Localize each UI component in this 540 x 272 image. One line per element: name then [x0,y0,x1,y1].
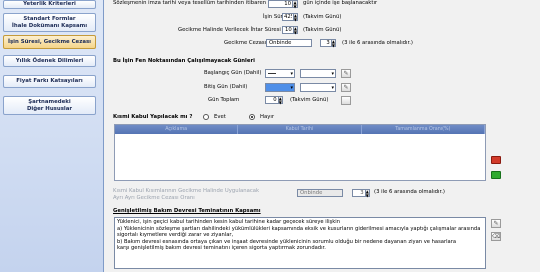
column-header[interactable]: Tamamlanma Oranı(%) [362,125,485,134]
baslangic-input[interactable] [268,0,293,8]
gecikme-stepper[interactable]: ▲▼ [282,26,298,34]
ceza-dropdown[interactable]: Onbinde [266,39,312,47]
fen-baslangic-label: Başlangıç Gün (Dahil) [204,70,262,76]
baslangic-text: Sözleşmenin imza tarihi veya tesellüm ta… [113,0,267,6]
kismi-evet-radio[interactable] [203,114,209,120]
fen-toplam-input[interactable] [265,96,279,104]
bakim-title: Genişletilmiş Bakım Devresi Teminatının … [113,208,261,214]
spin-arrows-icon[interactable]: ▲ ▼ [278,96,283,104]
ceza-dropdown-value: Onbinde [269,40,292,46]
kismi-disabled-line1: Kısmi Kabul Kısımlarının Gecikme Halinde… [113,188,260,194]
eraser-icon[interactable]: ✎ [341,69,351,78]
spin-arrows-icon[interactable]: ▲ ▼ [292,0,298,8]
calendar-icon[interactable] [341,96,351,105]
sidebar-item-label: İşin Süresi, Gecikme Cezası [7,38,92,45]
gecikme-input[interactable] [282,26,294,34]
chevron-down-icon: ▾ [290,85,293,91]
kismi-kabul-table[interactable]: Açıklama Kabul Tarihi Tamamlanma Oranı(%… [114,124,486,181]
edit-icon[interactable]: ✎ [491,219,501,228]
baslangic-suffix: gün içinde işe başlanacaktır [303,0,378,6]
sidebar-item-label: Yıllık Ödenek Dilimleri [15,57,84,64]
kismi-evet-label: Evet [214,114,226,120]
add-row-button[interactable] [491,171,501,179]
ceza-note: (3 ile 6 arasında olmalıdır.) [342,40,413,46]
kismi-hayir-radio[interactable] [249,114,255,120]
fen-toplam-label: Gün Toplam [208,97,240,103]
fen-bitis-date[interactable]: ▾ [265,83,295,92]
spin-arrows-icon[interactable]: ▲ ▼ [331,39,336,47]
kismi-disabled-input [352,189,366,197]
eraser-icon[interactable]: ✎ [341,83,351,92]
kismi-disabled-dropdown-value: Onbinde [300,190,323,196]
sidebar-item-fiyat-farki[interactable]: Fiyat Farkı Katsayıları [3,75,96,88]
chevron-down-icon: ▾ [290,71,293,77]
sidebar-item-label: Fiyat Farkı Katsayıları [16,78,83,85]
fen-toplam-note: (Takvim Günü) [290,97,329,103]
sidebar-item-sartname[interactable]: Şartnamedeki Diğer Hususlar [3,96,96,115]
kismi-hayir-label: Hayır [260,114,275,120]
app-window: Yeterlik Kriterleri Standart Formlar İha… [0,0,540,272]
kismi-disabled-dropdown: Onbinde [297,189,343,197]
sidebar-item-isin-suresi[interactable]: İşin Süresi, Gecikme Cezası [3,35,96,49]
fen-title: Bu İşin Fen Noktasından Çalışılmayacak G… [113,58,255,64]
spin-arrows-icon[interactable]: ▲ ▼ [293,26,298,34]
sidebar-item-label: Yeterlik Kriterleri [23,1,76,8]
ceza-input[interactable] [320,39,332,47]
delete-row-button[interactable] [491,156,501,164]
spin-arrows-icon[interactable]: ▲ ▼ [293,13,298,21]
sidebar-item-yeterlik[interactable]: Yeterlik Kriterleri [3,0,96,9]
fen-toplam-stepper[interactable]: ▲▼ [265,96,283,104]
fen-baslangic-date[interactable]: ▾ [265,69,295,78]
table-header: Açıklama Kabul Tarihi Tamamlanma Oranı(%… [115,125,485,134]
takvim-gunu-label: (Takvim Günü) [303,27,342,33]
fen-bitis-label: Bitiş Gün (Dahil) [204,84,248,90]
date-separator-icon [268,73,276,74]
sidebar: Yeterlik Kriterleri Standart Formlar İha… [0,0,104,272]
kismi-title: Kısmi Kabul Yapılacak mı ? [113,114,193,120]
ceza-stepper[interactable]: ▲▼ [320,39,336,47]
baslangic-stepper[interactable]: ▲▼ [268,0,298,8]
sidebar-item-label: Şartnamedeki Diğer Hususlar [26,99,73,112]
isin-suresi-stepper[interactable]: ▲▼ [282,13,298,21]
gecikme-label: Gecikme Halinde Verilecek İhtar Süresi [178,27,281,33]
fen-bitis-date-2[interactable]: ▾ [300,83,336,92]
isin-suresi-input[interactable] [282,13,294,21]
column-header[interactable]: Kabul Tarihi [238,125,362,134]
eraser-icon[interactable]: ⌫ [491,232,501,241]
fen-baslangic-date-2[interactable]: ▾ [300,69,336,78]
ceza-label: Gecikme Cezası [224,40,267,46]
chevron-down-icon: ▾ [331,71,334,77]
sidebar-item-yillik-odenek[interactable]: Yıllık Ödenek Dilimleri [3,55,96,67]
sidebar-item-standart-formlar[interactable]: Standart Formlar İhale Dokümanı Kapsamı [3,13,96,32]
chevron-down-icon: ▾ [331,85,334,91]
kismi-disabled-line2: Ayrı Ayrı Gecikme Cezası Oranı [113,195,195,201]
kismi-disabled-note: (3 ile 6 arasında olmalıdır.) [374,189,445,195]
bakim-textarea[interactable]: Yüklenici, işin geçici kabul tarihinden … [114,217,486,269]
spin-arrows-icon: ▲ ▼ [365,189,370,198]
column-header[interactable]: Açıklama [115,125,239,134]
kismi-disabled-stepper: ▲▼ [352,189,370,197]
takvim-gunu-label: (Takvim Günü) [303,14,342,20]
sidebar-item-label: Standart Formlar İhale Dokümanı Kapsamı [11,16,88,29]
